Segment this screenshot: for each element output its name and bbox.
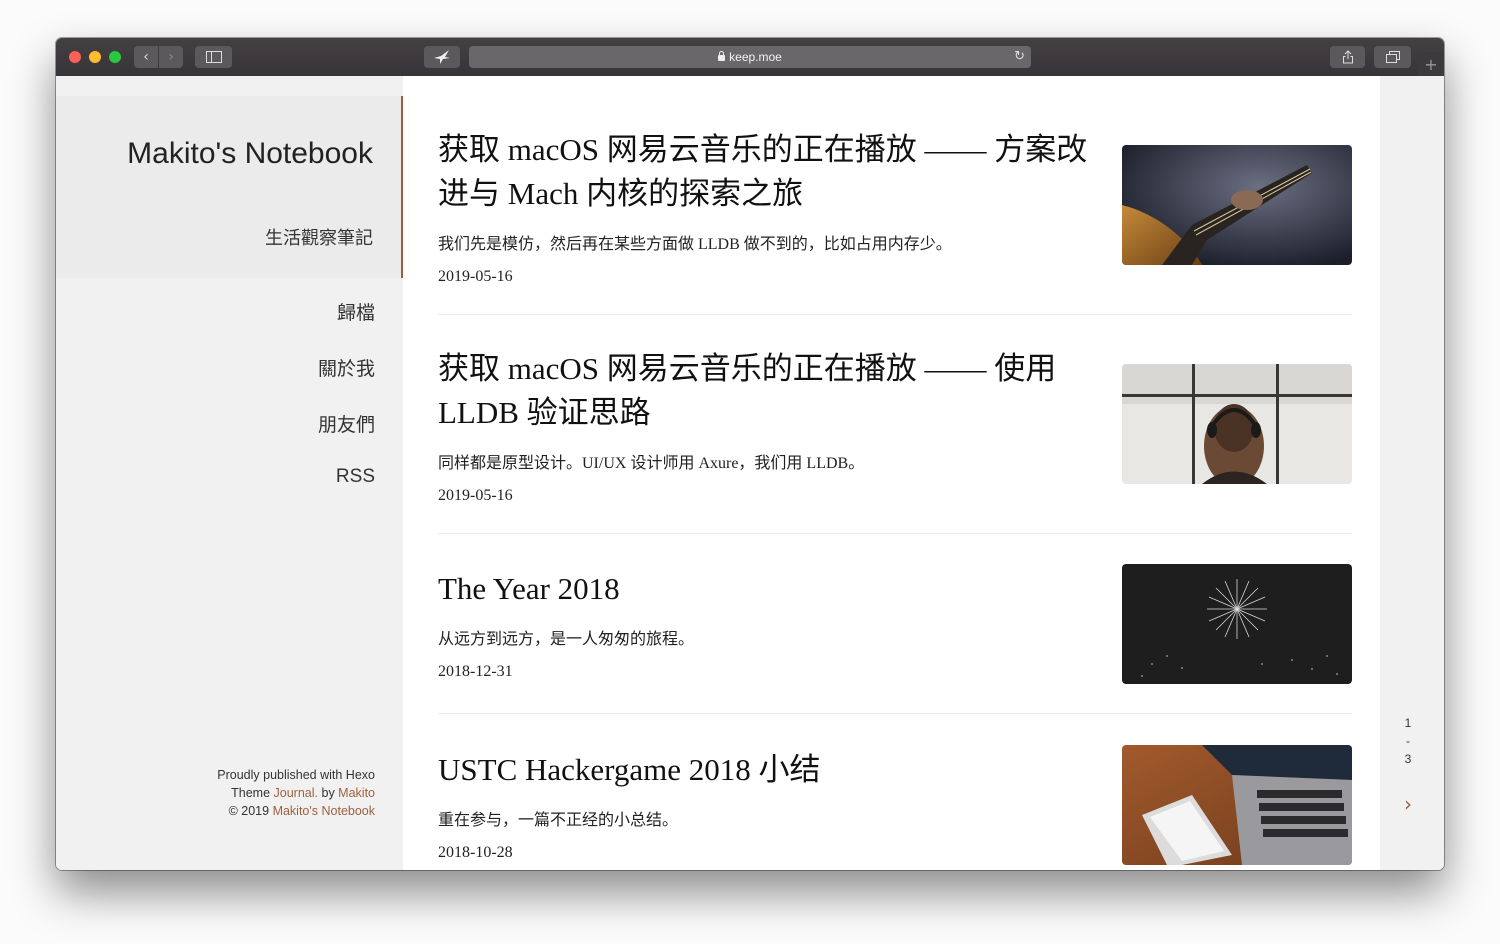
nav-about[interactable]: 關於我	[318, 354, 375, 410]
post-item: 获取 macOS 网易云音乐的正在播放 —— 使用 LLDB 验证思路 同样都是…	[438, 347, 1352, 505]
site-subtitle: 生活觀察筆記	[265, 228, 373, 248]
new-tab-button[interactable]: +	[1418, 52, 1444, 76]
share-button[interactable]	[1330, 46, 1365, 68]
page-ellipsis: -	[1406, 734, 1410, 748]
maximize-window-button[interactable]	[109, 51, 121, 63]
back-button[interactable]: ‹	[134, 46, 158, 68]
post-date: 2019-05-16	[438, 268, 513, 285]
minimize-window-button[interactable]	[89, 51, 101, 63]
site-link[interactable]: Makito's Notebook	[273, 804, 375, 818]
tab-overview-button[interactable]	[1374, 46, 1411, 68]
address-bar[interactable]: keep.moe ↻	[469, 46, 1031, 68]
next-page-icon[interactable]: ›	[1388, 792, 1428, 816]
tabs-icon	[1385, 51, 1400, 63]
post-title[interactable]: USTC Hackergame 2018 小结	[438, 748, 1088, 792]
page-viewport: Makito's Notebook 生活觀察筆記 歸檔 關於我 朋友們 RSS …	[56, 76, 1444, 870]
guitar-photo	[1122, 145, 1352, 265]
post-item: 获取 macOS 网易云音乐的正在播放 —— 方案改进与 Mach 内核的探索之…	[438, 128, 1352, 286]
bird-icon	[434, 50, 450, 64]
post-divider	[438, 533, 1352, 534]
post-list: 获取 macOS 网易云音乐的正在播放 —— 方案改进与 Mach 内核的探索之…	[403, 76, 1380, 870]
sidebar-footer: Proudly published with Hexo Theme Journa…	[217, 766, 375, 820]
headphones-window-photo	[1122, 364, 1352, 484]
post-title[interactable]: 获取 macOS 网易云音乐的正在播放 —— 方案改进与 Mach 内核的探索之…	[438, 128, 1088, 216]
author-link[interactable]: Makito	[338, 786, 375, 800]
plus-icon: +	[1424, 54, 1438, 74]
lock-icon	[718, 51, 726, 61]
page-1-link[interactable]: 1	[1388, 716, 1428, 734]
post-date: 2019-05-16	[438, 487, 513, 504]
copyright-text: © 2019	[228, 804, 273, 818]
sidebar: Makito's Notebook 生活觀察筆記 歸檔 關於我 朋友們 RSS …	[56, 76, 403, 870]
post-thumbnail[interactable]	[1122, 145, 1352, 265]
site-header: Makito's Notebook 生活觀察筆記	[56, 96, 403, 278]
chevron-left-icon: ‹	[143, 49, 149, 65]
post-thumbnail[interactable]	[1122, 564, 1352, 684]
reload-icon[interactable]: ↻	[1014, 49, 1025, 64]
pagination: 1 - 3 ›	[1388, 716, 1428, 816]
chevron-right-icon: ›	[168, 49, 174, 65]
url-text: keep.moe	[729, 50, 782, 64]
close-window-button[interactable]	[69, 51, 81, 63]
footer-theme-prefix: Theme	[231, 786, 274, 800]
browser-window: ‹ › keep.moe ↻ + Makito's Notebook 生活觀察筆…	[56, 38, 1444, 870]
post-item: The Year 2018 从远方到远方，是一人匆匆的旅程。 2018-12-3…	[438, 564, 1352, 684]
nav-friends[interactable]: 朋友們	[318, 410, 375, 466]
nav-rss[interactable]: RSS	[318, 466, 375, 522]
post-title[interactable]: 获取 macOS 网易云音乐的正在播放 —— 使用 LLDB 验证思路	[438, 347, 1088, 435]
footer-copyright: © 2019 Makito's Notebook	[217, 802, 375, 820]
theme-link[interactable]: Journal.	[274, 786, 318, 800]
footer-by: by	[318, 786, 339, 800]
post-thumbnail[interactable]	[1122, 364, 1352, 484]
extension-button[interactable]	[424, 46, 460, 68]
sidebar-toggle-button[interactable]	[195, 46, 232, 68]
forward-button[interactable]: ›	[159, 46, 183, 68]
footer-theme: Theme Journal. by Makito	[217, 784, 375, 802]
fireworks-photo	[1122, 564, 1352, 684]
post-divider	[438, 314, 1352, 315]
nav-archive[interactable]: 歸檔	[318, 298, 375, 354]
sidebar-icon	[205, 51, 222, 63]
post-divider	[438, 713, 1352, 714]
page-3-link[interactable]: 3	[1388, 752, 1428, 770]
browser-toolbar: ‹ › keep.moe ↻ +	[56, 38, 1444, 77]
post-thumbnail[interactable]	[1122, 745, 1352, 865]
laptop-phone-photo	[1122, 745, 1352, 865]
site-title[interactable]: Makito's Notebook	[123, 132, 373, 175]
post-title[interactable]: The Year 2018	[438, 567, 1088, 611]
footer-published: Proudly published with Hexo	[217, 768, 375, 782]
share-icon	[1342, 50, 1353, 64]
sidebar-nav: 歸檔 關於我 朋友們 RSS	[318, 298, 375, 522]
post-item: USTC Hackergame 2018 小结 重在参与，一篇不正经的小总结。 …	[438, 745, 1352, 865]
